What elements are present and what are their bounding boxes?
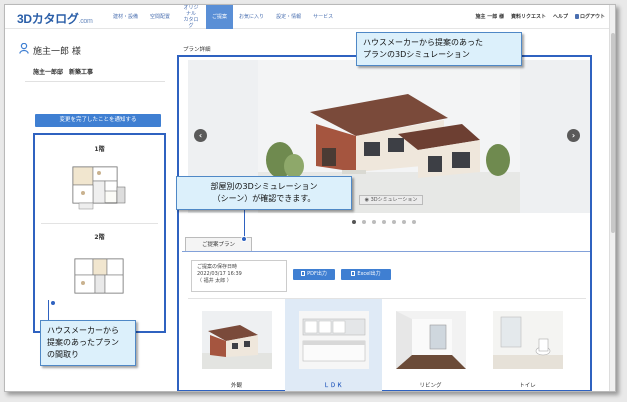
top-navbar: 3Dカタログ.com 建材・設備 空間配置 オリジナル カタログ ご提案 お気に… xyxy=(5,5,615,29)
page-scrollbar[interactable] xyxy=(609,5,615,391)
floor-plan-2f[interactable] xyxy=(69,253,131,299)
carousel-dot[interactable] xyxy=(402,220,406,224)
carousel-dot[interactable] xyxy=(352,220,356,224)
callout-anchor-dot xyxy=(241,236,247,242)
pdf-export-button[interactable]: PDF出力 xyxy=(293,269,335,280)
callout-left: ハウスメーカーから 提案のあったプラン の間取り xyxy=(40,320,136,366)
carousel-dot[interactable] xyxy=(392,220,396,224)
callout-leader xyxy=(48,300,49,320)
nav-item-layout[interactable]: 空間配置 xyxy=(144,5,176,29)
user-link[interactable]: 施主 一郎 様 xyxy=(475,13,503,20)
save-info-title: ご提案の保存日時 xyxy=(197,264,238,270)
callout-top: ハウスメーカーから提案のあった プランの3Dシミュレーション xyxy=(356,32,522,66)
user-name: 施主一郎 様 xyxy=(33,47,81,57)
tab-underline xyxy=(182,251,591,252)
floor-plan-1f[interactable] xyxy=(67,161,131,213)
document-icon xyxy=(301,271,306,276)
camera-icon: ◉ xyxy=(364,197,369,203)
scene-card-living[interactable]: リビング xyxy=(382,299,479,391)
nav-item-original-catalog[interactable]: オリジナル カタログ xyxy=(176,5,206,29)
main-nav: 建材・設備 空間配置 オリジナル カタログ ご提案 お気に入り 設定・情報 サー… xyxy=(107,5,339,29)
floor-label-2f: 2階 xyxy=(94,234,105,241)
simulation-tag: ◉ 3Dシミュレーション xyxy=(359,195,423,205)
scene-card-ldk[interactable]: ＬＤＫ xyxy=(285,299,382,391)
floor-label-1f: 1階 xyxy=(94,146,105,153)
nav-item-service[interactable]: サービス xyxy=(307,5,339,29)
save-info-date: 2022/03/17 16:39 xyxy=(197,271,242,277)
scene-card-exterior[interactable]: 外観 xyxy=(188,299,285,391)
save-info-author: （ 福井 太郎 ） xyxy=(197,278,232,284)
callout-anchor-dot xyxy=(50,300,56,306)
scrollbar-thumb[interactable] xyxy=(611,33,615,233)
scene-list: 外観 ＬＤＫ リビング トイレ xyxy=(188,298,586,391)
user-icon xyxy=(19,43,29,54)
notify-complete-button[interactable]: 変更を完了したことを通知する xyxy=(35,114,161,127)
carousel-dot[interactable] xyxy=(382,220,386,224)
lock-icon xyxy=(574,14,579,19)
scene-label: ＬＤＫ xyxy=(323,383,344,389)
carousel-dot[interactable] xyxy=(412,220,416,224)
scene-label: 外観 xyxy=(230,383,242,389)
excel-export-button[interactable]: Excel出力 xyxy=(341,269,391,280)
nav-item-settings[interactable]: 設定・情報 xyxy=(270,5,307,29)
help-link[interactable]: ヘルプ xyxy=(553,13,568,20)
utility-links: 施主 一郎 様 資料リクエスト ヘルプ ログアウト xyxy=(475,13,605,20)
nav-item-proposal[interactable]: ご提案 xyxy=(206,5,234,29)
document-icon xyxy=(351,271,356,276)
carousel-dot[interactable] xyxy=(362,220,366,224)
request-link[interactable]: 資料リクエスト xyxy=(511,13,546,20)
logout-link[interactable]: ログアウト xyxy=(574,13,605,20)
scene-thumb-exterior xyxy=(202,311,272,369)
scene-thumb-ldk xyxy=(299,311,369,369)
section-label: プラン詳細 xyxy=(183,47,211,53)
divider xyxy=(25,81,165,82)
scene-label: トイレ xyxy=(519,383,536,389)
callout-middle: 部屋別の3Dシミュレーション （シーン）が確認できます。 xyxy=(176,176,352,210)
nav-item-materials[interactable]: 建材・設備 xyxy=(107,5,144,29)
next-arrow-icon[interactable]: › xyxy=(567,129,580,142)
nav-item-favorites[interactable]: お気に入り xyxy=(233,5,270,29)
carousel-dots xyxy=(352,220,416,224)
divider xyxy=(41,223,158,224)
scene-thumb-toilet xyxy=(493,311,563,369)
prev-arrow-icon[interactable]: ‹ xyxy=(194,129,207,142)
project-name: 施主一郎邸 新築工事 xyxy=(33,69,94,76)
carousel-dot[interactable] xyxy=(372,220,376,224)
brand-logo[interactable]: 3Dカタログ.com xyxy=(17,10,93,27)
scene-card-toilet[interactable]: トイレ xyxy=(479,299,576,391)
scene-thumb-living xyxy=(396,311,466,369)
scene-label: リビング xyxy=(419,383,442,389)
save-info-card: ご提案の保存日時 2022/03/17 16:39 （ 福井 太郎 ） xyxy=(191,260,287,292)
